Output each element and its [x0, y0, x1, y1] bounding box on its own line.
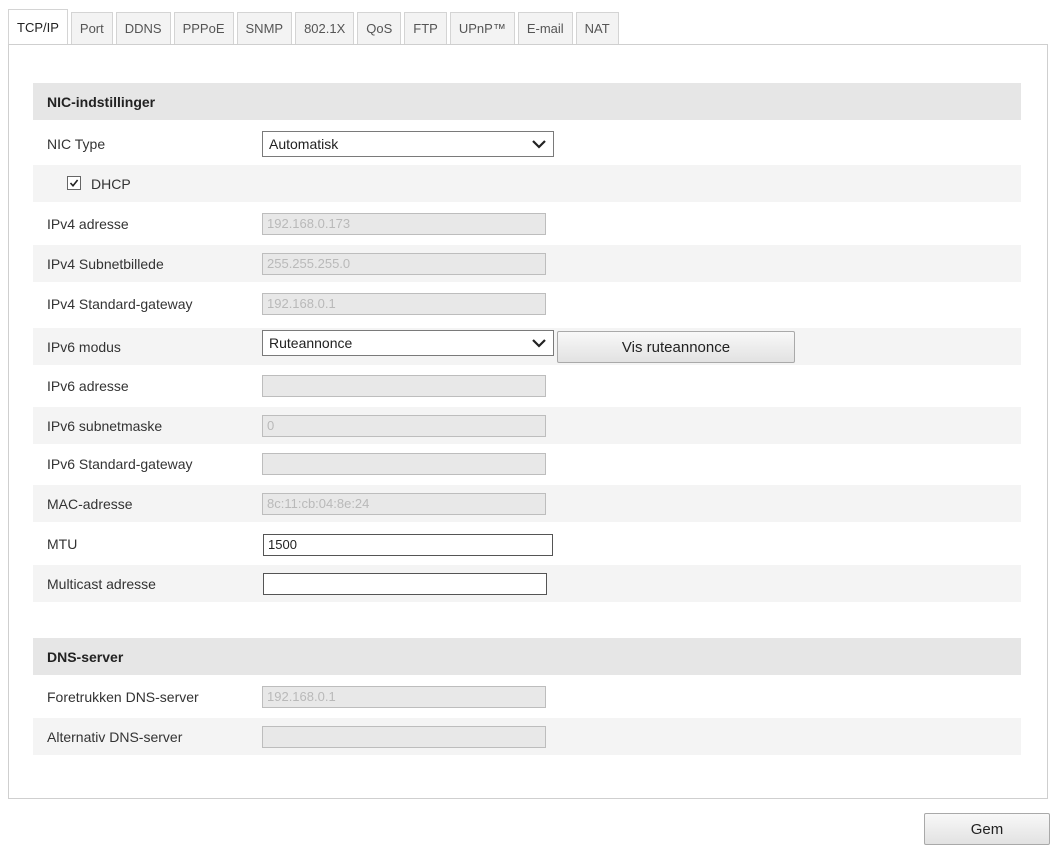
dhcp-checkbox[interactable] — [67, 176, 81, 190]
ipv6-address-label: IPv6 adresse — [47, 377, 129, 394]
ipv6-mode-label: IPv6 modus — [47, 338, 121, 355]
tab-port[interactable]: Port — [70, 12, 113, 44]
settings-panel: NIC-indstillinger NIC Type Automatisk DH… — [8, 44, 1048, 799]
ipv4-address-label: IPv4 adresse — [47, 215, 129, 232]
ipv6-subnet-label: IPv6 subnetmaske — [47, 417, 163, 434]
row-dns-alternate: Alternativ DNS-server — [33, 718, 1021, 755]
dns-preferred-field[interactable]: 192.168.0.1 — [262, 686, 546, 708]
tab-ddns[interactable]: DDNS — [115, 12, 171, 44]
ipv4-subnet-label: IPv4 Subnetbillede — [47, 255, 164, 272]
tab-8021x[interactable]: 802.1X — [295, 12, 355, 44]
row-ipv4-address: IPv4 adresse 192.168.0.173 — [33, 205, 1021, 242]
ipv4-address-field[interactable]: 192.168.0.173 — [262, 213, 546, 235]
nic-type-label: NIC Type — [47, 135, 106, 152]
row-mac: MAC-adresse 8c:11:cb:04:8e:24 — [33, 485, 1021, 522]
ipv4-gateway-field[interactable]: 192.168.0.1 — [262, 293, 546, 315]
multicast-input[interactable] — [263, 573, 547, 595]
ipv6-address-field[interactable] — [262, 375, 546, 397]
row-multicast: Multicast adresse — [33, 565, 1021, 602]
row-ipv6-subnet: IPv6 subnetmaske 0 — [33, 407, 1021, 444]
row-ipv4-gateway: IPv4 Standard-gateway 192.168.0.1 — [33, 285, 1021, 322]
ipv6-gateway-field[interactable] — [262, 453, 546, 475]
ipv6-subnet-field[interactable]: 0 — [262, 415, 546, 437]
mac-field[interactable]: 8c:11:cb:04:8e:24 — [262, 493, 546, 515]
ipv6-mode-select[interactable]: Ruteannonce — [262, 330, 554, 356]
nic-type-select[interactable]: Automatisk — [262, 131, 554, 157]
show-route-advert-button[interactable]: Vis ruteannonce — [557, 331, 795, 363]
dns-preferred-label: Foretrukken DNS-server — [47, 688, 199, 705]
row-nic-type: NIC Type Automatisk — [33, 125, 1021, 162]
row-dhcp: DHCP — [33, 165, 1021, 202]
tab-pppoe[interactable]: PPPoE — [173, 12, 234, 44]
row-ipv6-address: IPv6 adresse — [33, 367, 1021, 404]
tab-email[interactable]: E-mail — [517, 12, 573, 44]
section-nic-title: NIC-indstillinger — [33, 83, 1021, 120]
nic-type-value: Automatisk — [269, 136, 339, 152]
mtu-label: MTU — [47, 535, 78, 552]
ipv6-mode-value: Ruteannonce — [269, 335, 353, 351]
tab-upnp[interactable]: UPnP™ — [449, 12, 515, 44]
ipv4-gateway-label: IPv4 Standard-gateway — [47, 295, 193, 312]
row-ipv6-gateway: IPv6 Standard-gateway — [33, 445, 1021, 482]
row-dns-preferred: Foretrukken DNS-server 192.168.0.1 — [33, 678, 1021, 715]
tab-tcpip[interactable]: TCP/IP — [8, 9, 68, 44]
tab-ftp[interactable]: FTP — [404, 12, 447, 44]
chevron-down-icon — [532, 339, 546, 348]
tab-qos[interactable]: QoS — [357, 12, 402, 44]
mtu-input[interactable]: 1500 — [263, 534, 553, 556]
row-ipv4-subnet: IPv4 Subnetbillede 255.255.255.0 — [33, 245, 1021, 282]
dns-alternate-label: Alternativ DNS-server — [47, 728, 183, 745]
mac-label: MAC-adresse — [47, 495, 133, 512]
ipv4-subnet-field[interactable]: 255.255.255.0 — [262, 253, 546, 275]
tab-snmp[interactable]: SNMP — [236, 12, 293, 44]
checkmark-icon — [69, 179, 79, 188]
row-ipv6-mode: IPv6 modus Ruteannonce Vis ruteannonce — [33, 328, 1021, 365]
tab-bar: TCP/IP Port DDNS PPPoE SNMP 802.1X QoS F… — [8, 9, 622, 44]
tab-nat[interactable]: NAT — [575, 12, 619, 44]
save-button[interactable]: Gem — [924, 813, 1050, 845]
dns-alternate-field[interactable] — [262, 726, 546, 748]
ipv6-gateway-label: IPv6 Standard-gateway — [47, 455, 193, 472]
chevron-down-icon — [532, 140, 546, 149]
row-mtu: MTU 1500 — [33, 525, 1021, 562]
dhcp-label: DHCP — [91, 175, 131, 192]
multicast-label: Multicast adresse — [47, 575, 156, 592]
section-dns-title: DNS-server — [33, 638, 1021, 675]
